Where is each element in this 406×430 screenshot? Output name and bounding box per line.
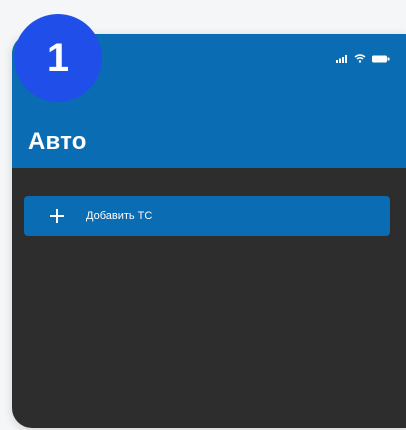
add-vehicle-label: Добавить ТС [86, 210, 153, 222]
status-bar-icons [336, 54, 390, 63]
signal-icon [336, 54, 347, 63]
plus-icon [50, 209, 64, 223]
screenshot-canvas: 1 Авто Добавить ТС [0, 0, 406, 430]
step-number: 1 [46, 36, 70, 80]
screen-title: Авто [28, 128, 87, 155]
add-vehicle-button[interactable]: Добавить ТС [24, 196, 390, 236]
battery-icon [372, 55, 390, 62]
step-number-badge: 1 [14, 14, 102, 102]
wifi-icon [354, 54, 366, 63]
